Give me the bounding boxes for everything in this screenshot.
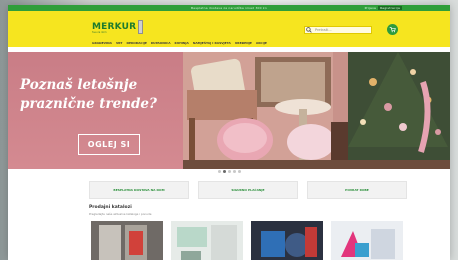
slider-dot[interactable] <box>237 170 241 173</box>
nav-item-dekoracije[interactable]: Dekoracije <box>126 41 146 45</box>
logo-tagline: Sve za dom <box>92 31 107 34</box>
hero-image <box>183 52 450 169</box>
catalog-image-2 <box>171 221 243 260</box>
nav-item-namjestaj[interactable]: Namještaj i rasvjeta <box>193 41 231 45</box>
site-header: MERKUR Sve za dom Pretraži... Građevina … <box>8 11 450 47</box>
search-input[interactable]: Pretraži... <box>313 28 332 32</box>
slider-dot[interactable] <box>227 170 231 173</box>
catalog-tile-3[interactable] <box>251 221 323 260</box>
slider-dot-active[interactable] <box>222 170 226 173</box>
hero-title-line1: Poznaš letošnje <box>20 77 138 93</box>
nav-item-kupaonica[interactable]: Kupaonica <box>151 41 171 45</box>
main-nav: Građevina Vrt Dekoracije Kupaonica Kuhin… <box>92 41 267 45</box>
login-link[interactable]: Prijava <box>365 6 377 10</box>
slider-dots <box>8 170 450 173</box>
catalog-image-4 <box>331 221 403 260</box>
hero-cta-button[interactable]: OGLEJ SI <box>78 134 140 155</box>
slider-dot[interactable] <box>232 170 236 173</box>
browser-page: Besplatna dostava za narudžbe iznad 300 … <box>8 5 450 260</box>
catalog-tiles <box>91 221 403 260</box>
catalog-image-3 <box>251 221 323 260</box>
logo-badge <box>138 20 144 34</box>
catalog-tile-1[interactable] <box>91 221 163 260</box>
nav-item-gradevina[interactable]: Građevina <box>92 41 112 45</box>
search-bar[interactable]: Pretraži... <box>304 26 372 34</box>
catalog-image-1 <box>91 221 163 260</box>
hero-text-panel: Poznaš letošnje praznične trende? OGLEJ … <box>8 52 183 169</box>
hero-title: Poznaš letošnje praznične trende? <box>20 76 180 114</box>
register-link[interactable]: Registracija <box>378 6 402 10</box>
logo[interactable]: MERKUR Sve za dom <box>92 18 144 36</box>
catalog-tile-4[interactable] <box>331 221 403 260</box>
promo-tiles: BESPLATNA DOSTAVA NA DOM SIGURNO PLAĆANJ… <box>89 181 407 199</box>
cart-button[interactable] <box>387 24 398 35</box>
nav-item-uredenje[interactable]: Uređenje <box>235 41 252 45</box>
nav-item-akcije[interactable]: Akcije <box>256 41 267 45</box>
section-title: Prodajni katalozi <box>89 205 132 210</box>
promo-payment[interactable]: SIGURNO PLAĆANJE <box>198 181 298 199</box>
topbar-links: Prijava Registracija <box>365 6 402 10</box>
hero-photo-illustration <box>183 52 450 169</box>
cart-icon <box>389 27 396 33</box>
section-subtitle: Pregledajte naše aktualne kataloge i pon… <box>89 212 152 216</box>
promo-returns[interactable]: POVRAT ROBE <box>307 181 407 199</box>
catalog-tile-2[interactable] <box>171 221 243 260</box>
topbar-center-text: Besplatna dostava za narudžbe iznad 300 … <box>191 6 267 10</box>
nav-item-vrt[interactable]: Vrt <box>116 41 123 45</box>
search-icon[interactable] <box>305 26 313 34</box>
hero-title-line2: praznične trende? <box>20 96 157 112</box>
slider-dot[interactable] <box>217 170 221 173</box>
promo-delivery[interactable]: BESPLATNA DOSTAVA NA DOM <box>89 181 189 199</box>
nav-item-kuhinja[interactable]: Kuhinja <box>175 41 189 45</box>
hero-banner[interactable]: Poznaš letošnje praznične trende? OGLEJ … <box>8 52 450 169</box>
